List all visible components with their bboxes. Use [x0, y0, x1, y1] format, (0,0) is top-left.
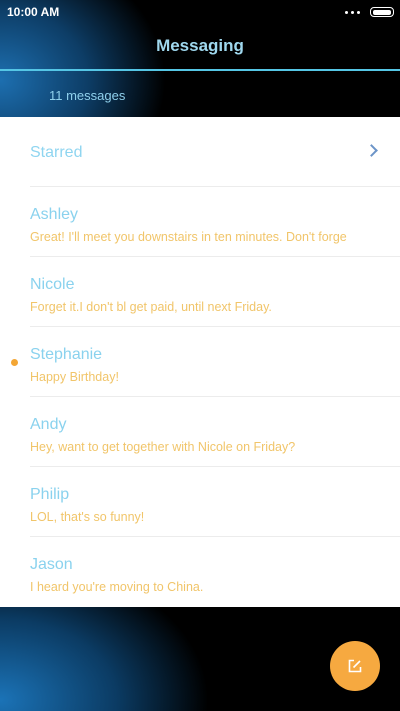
- contact-name: Stephanie: [30, 346, 103, 363]
- unread-dot-icon: [11, 359, 18, 366]
- contact-name: Ashley: [30, 206, 79, 223]
- message-preview: Great! I'll meet you downstairs in ten m…: [30, 230, 347, 244]
- compose-button[interactable]: [330, 641, 380, 691]
- page-title: Messaging: [156, 36, 244, 55]
- starred-row[interactable]: Starred: [0, 117, 400, 187]
- message-preview: LOL, that's so funny!: [30, 510, 145, 524]
- title-divider: [0, 69, 400, 71]
- message-preview: Forget it.I don't bl get paid, until nex…: [30, 300, 272, 314]
- chevron-right-icon: [365, 144, 378, 157]
- list-item[interactable]: Nicole Forget it.I don't bl get paid, un…: [0, 257, 400, 327]
- message-preview: Happy Birthday!: [30, 370, 119, 384]
- battery-icon: [370, 7, 394, 17]
- status-bar: 10:00 AM: [0, 0, 400, 24]
- message-list: Starred Ashley Great! I'll meet you down…: [0, 117, 400, 607]
- status-icons: [345, 7, 394, 17]
- more-dots-icon: [345, 10, 360, 14]
- contact-name: Jason: [30, 556, 73, 573]
- starred-label: Starred: [30, 144, 83, 161]
- contact-name: Philip: [30, 486, 70, 503]
- message-preview: Hey, want to get together with Nicole on…: [30, 440, 296, 454]
- contact-name: Nicole: [30, 276, 75, 293]
- status-time: 10:00 AM: [7, 5, 60, 19]
- contact-name: Andy: [30, 416, 67, 433]
- compose-icon: [348, 659, 362, 673]
- list-item[interactable]: Ashley Great! I'll meet you downstairs i…: [0, 187, 400, 257]
- list-item[interactable]: Philip LOL, that's so funny!: [0, 467, 400, 537]
- message-preview: I heard you're moving to China.: [30, 580, 204, 594]
- list-item[interactable]: Jason I heard you're moving to China.: [0, 537, 400, 607]
- list-item[interactable]: Andy Hey, want to get together with Nico…: [0, 397, 400, 467]
- message-count: 11 messages: [49, 88, 126, 103]
- list-item[interactable]: Stephanie Happy Birthday!: [0, 327, 400, 397]
